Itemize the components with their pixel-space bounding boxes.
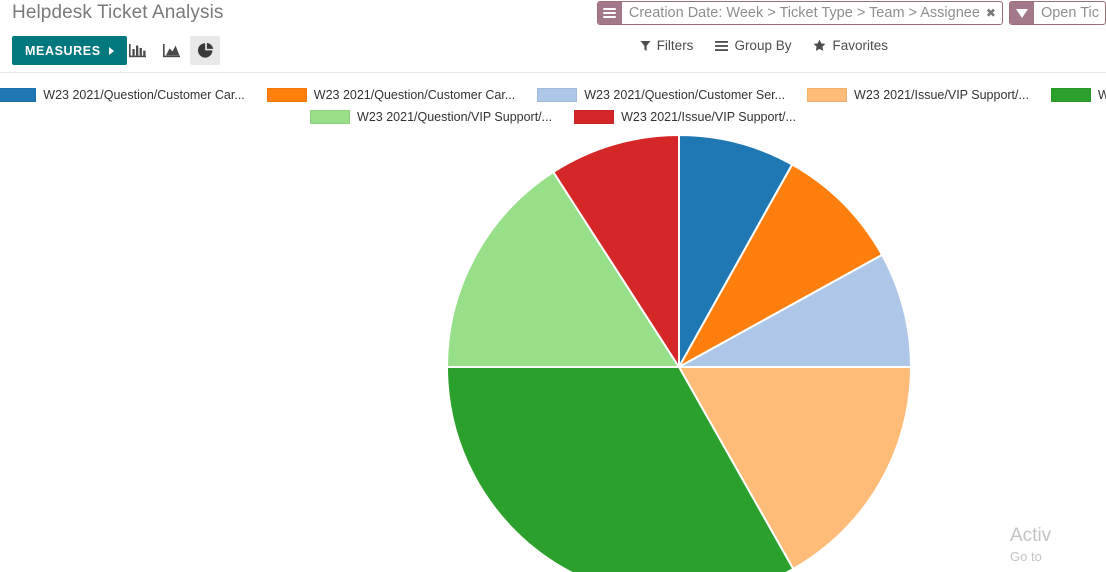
facet-filter-label: Open Tic [1040, 5, 1099, 21]
group-by-icon [597, 2, 622, 24]
legend-label: W23 2021/Question/Customer Ser... [584, 88, 786, 102]
legend-item[interactable]: W23 2021/Question/Customer Car... [266, 88, 516, 102]
pie-chart-icon[interactable] [190, 36, 220, 65]
facet-filter[interactable]: Open Tic [1008, 1, 1106, 25]
measures-label: MEASURES [25, 43, 101, 58]
chart-toolbar: MEASURES Filters Group By Favorites [0, 34, 1106, 68]
favorites-menu[interactable]: Favorites [813, 38, 888, 53]
legend-label: W23 2021/Issue/VIP Support/... [621, 110, 796, 124]
favorites-label: Favorites [832, 38, 888, 53]
legend-item[interactable]: W23 2021/Question/Customer Ser... [537, 88, 785, 102]
pie-chart[interactable] [0, 130, 1106, 572]
legend-swatch [266, 88, 307, 102]
legend-item[interactable]: W23 2021/Question/VIP Support/... [310, 110, 552, 124]
measures-button[interactable]: MEASURES [12, 36, 127, 65]
bar-chart-icon[interactable] [122, 36, 152, 65]
legend-item[interactable]: W [1050, 88, 1106, 102]
legend-row: W23 2021/Question/Customer Car... W23 20… [0, 84, 1106, 106]
view-switcher-group [122, 36, 220, 65]
legend-swatch [1050, 88, 1091, 102]
facet-groupby-label: Creation Date: Week > Ticket Type > Team… [628, 5, 980, 21]
group-by-icon [715, 40, 729, 51]
search-dropdown-menus: Filters Group By Favorites [640, 38, 888, 53]
line-chart-icon[interactable] [156, 36, 186, 65]
filters-label: Filters [656, 38, 694, 53]
legend-label: W23 2021/Question/Customer Car... [43, 88, 245, 102]
legend-swatch [310, 110, 351, 124]
legend-label: W23 2021/Issue/VIP Support/... [854, 88, 1029, 102]
legend-item[interactable]: W23 2021/Issue/VIP Support/... [574, 110, 796, 124]
groupby-label: Group By [734, 38, 792, 53]
search-facets: Creation Date: Week > Ticket Type > Team… [596, 1, 1106, 25]
filter-icon [1009, 2, 1034, 24]
groupby-menu[interactable]: Group By [715, 38, 791, 53]
filters-menu[interactable]: Filters [640, 38, 694, 53]
legend-swatch [0, 88, 37, 102]
legend-label: W [1097, 88, 1106, 102]
chart-legend: W23 2021/Question/Customer Car... W23 20… [0, 84, 1106, 128]
filter-icon [640, 40, 651, 51]
legend-label: W23 2021/Question/Customer Car... [313, 88, 516, 102]
legend-item[interactable]: W23 2021/Question/Customer Car... [0, 88, 245, 102]
pie-chart-canvas [0, 130, 1106, 572]
legend-label: W23 2021/Question/VIP Support/... [357, 110, 553, 124]
facet-groupby[interactable]: Creation Date: Week > Ticket Type > Team… [596, 1, 1003, 25]
legend-row: W23 2021/Question/VIP Support/... W23 20… [0, 106, 1106, 128]
facet-remove-icon[interactable] [986, 2, 1002, 24]
legend-swatch [807, 88, 848, 102]
page-title: Helpdesk Ticket Analysis [12, 2, 224, 23]
legend-swatch [537, 88, 578, 102]
legend-swatch [574, 110, 615, 124]
legend-item[interactable]: W23 2021/Issue/VIP Support/... [807, 88, 1029, 102]
caret-right-icon [108, 46, 114, 55]
star-icon [814, 39, 826, 51]
